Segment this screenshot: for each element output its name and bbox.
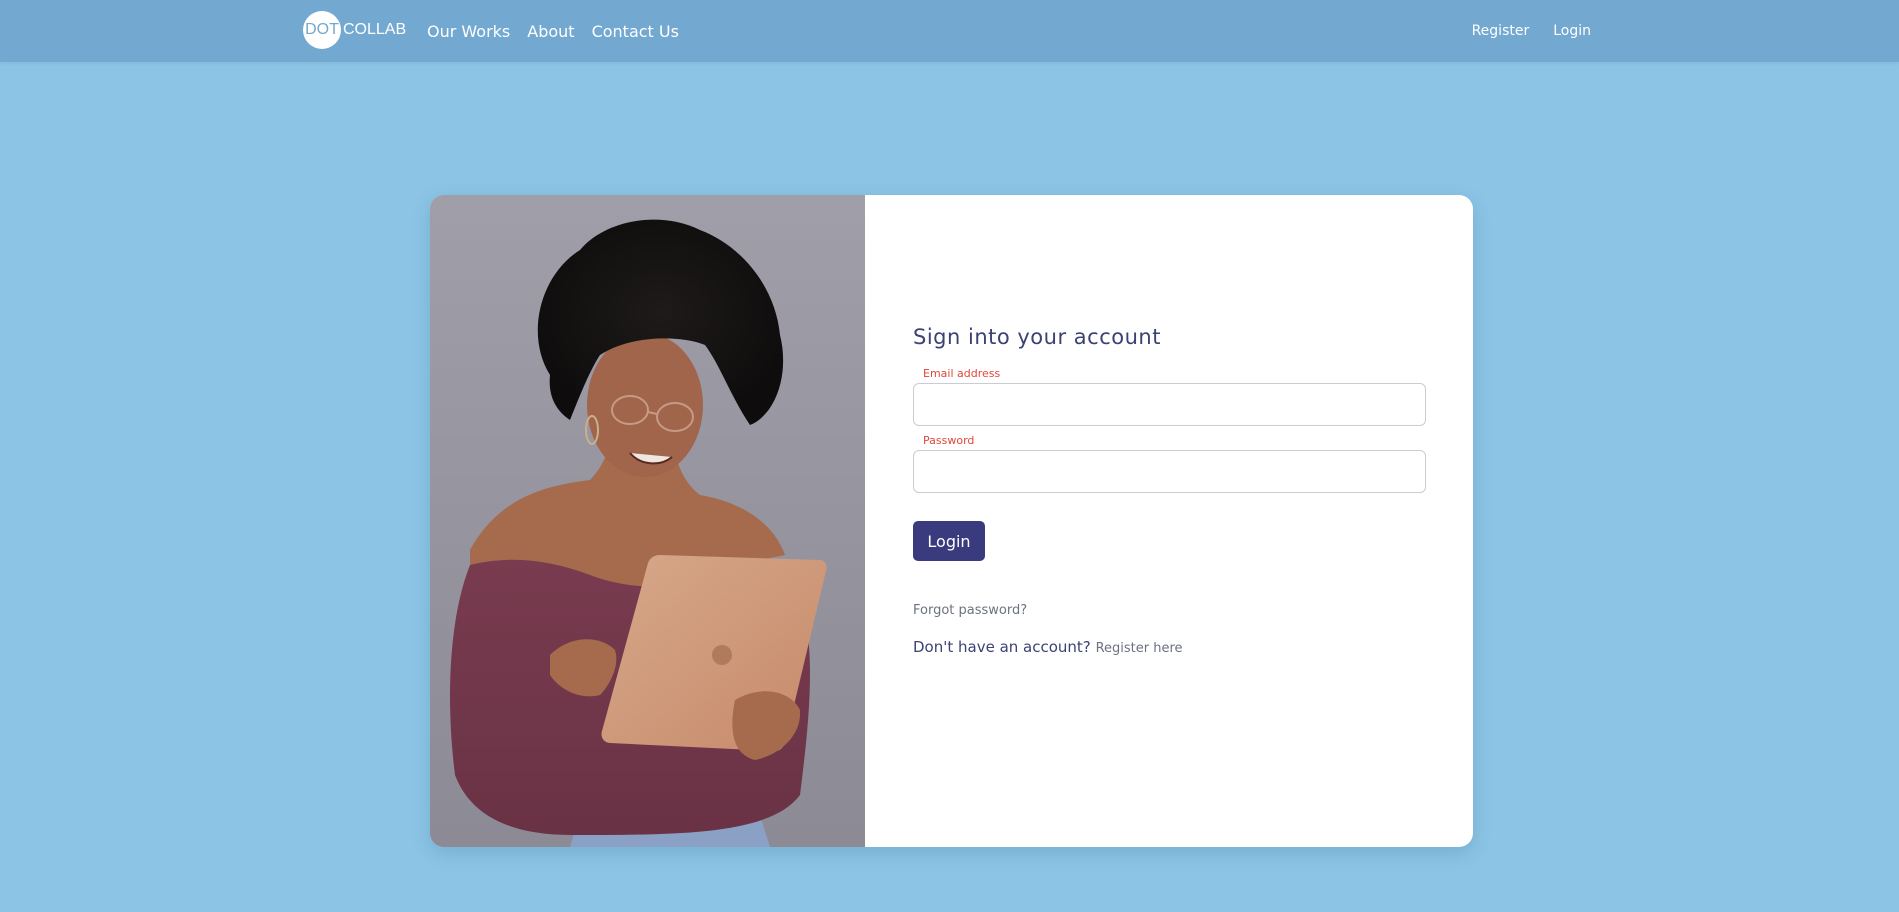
password-input[interactable] [913, 450, 1426, 493]
top-navbar: DOT COLLAB Our Works About Contact Us Re… [0, 0, 1899, 62]
login-form-title: Sign into your account [913, 325, 1161, 349]
main-nav-links: Our Works About Contact Us [427, 0, 696, 62]
nav-link-our-works[interactable]: Our Works [427, 22, 510, 41]
forgot-password-link[interactable]: Forgot password? [913, 603, 1027, 618]
register-here-link[interactable]: Register here [1096, 641, 1183, 656]
hero-photo [430, 195, 865, 847]
register-prompt: Don't have an account? Register here [913, 638, 1183, 656]
nav-link-register[interactable]: Register [1472, 23, 1530, 39]
brand-logo-link[interactable]: DOT COLLAB [303, 11, 406, 49]
password-label: Password [923, 434, 975, 447]
nav-link-about[interactable]: About [527, 22, 574, 41]
brand-logo-text: COLLAB [343, 21, 407, 38]
auth-nav-links: Register Login [1448, 0, 1591, 62]
brand-logo-circle: DOT [303, 11, 341, 49]
hero-photo-illustration [430, 195, 865, 847]
no-account-text: Don't have an account? [913, 638, 1091, 656]
email-input[interactable] [913, 383, 1426, 426]
login-submit-button[interactable]: Login [913, 521, 985, 561]
login-form-panel: Sign into your account Email address Pas… [865, 195, 1473, 847]
login-card: Sign into your account Email address Pas… [430, 195, 1473, 847]
nav-link-contact-us[interactable]: Contact Us [592, 22, 679, 41]
nav-link-login[interactable]: Login [1553, 23, 1591, 39]
email-label: Email address [923, 367, 1001, 380]
